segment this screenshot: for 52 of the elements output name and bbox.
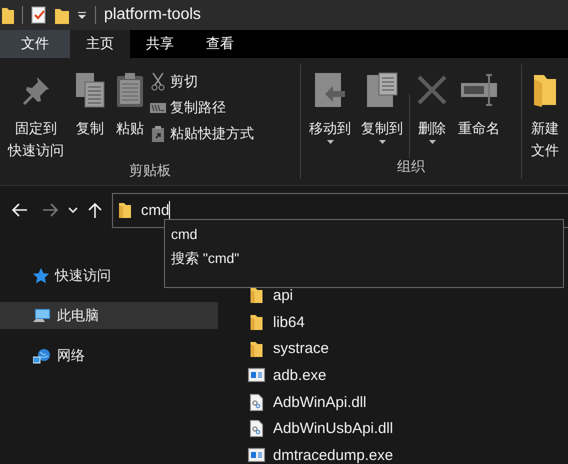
scissors-icon xyxy=(150,73,166,91)
star-icon xyxy=(33,268,49,284)
folder-icon[interactable] xyxy=(55,6,69,24)
move-icon xyxy=(313,70,347,110)
ribbon-button[interactable]: 移动到 xyxy=(305,68,355,146)
sidebar-item[interactable]: 网络 xyxy=(0,342,218,369)
shortcut-icon xyxy=(150,126,166,142)
group-label: 剪贴板 xyxy=(129,162,171,180)
ribbon-button[interactable]: 粘贴快捷方式 xyxy=(150,124,254,144)
folder-icon xyxy=(2,6,14,24)
ribbon-button[interactable]: 删除 xyxy=(412,68,452,146)
ribbon-button[interactable]: 粘贴 xyxy=(112,68,148,140)
group-label: 组织 xyxy=(397,158,425,176)
copy-icon xyxy=(74,70,106,110)
file-item[interactable]: systrace xyxy=(248,335,394,362)
chevron-down-icon xyxy=(68,207,78,213)
folder-icon xyxy=(119,202,131,218)
up-button[interactable] xyxy=(88,200,102,220)
caret-icon[interactable] xyxy=(77,10,87,20)
path-icon xyxy=(150,103,166,113)
ribbon-button[interactable]: 复制到 xyxy=(357,68,407,146)
application-icon xyxy=(248,368,265,382)
window-title: platform-tools xyxy=(104,6,201,24)
file-item[interactable]: dmtracedump.exe xyxy=(248,442,394,464)
gear-file-icon xyxy=(248,394,265,411)
ribbon-button[interactable]: 剪切 xyxy=(150,72,254,92)
file-item[interactable]: AdbWinUsbApi.dll xyxy=(248,415,394,442)
ribbon-tab[interactable]: 查看 xyxy=(190,30,250,58)
application-icon xyxy=(248,448,265,462)
ribbon-tab[interactable]: 共享 xyxy=(130,30,190,58)
folder-icon xyxy=(248,340,265,357)
clipboard-icon xyxy=(116,70,144,110)
folder-icon xyxy=(248,314,265,330)
ribbon-tab[interactable]: 文件 xyxy=(0,30,70,58)
ribbon-button[interactable]: 复制路径 xyxy=(150,98,254,118)
copy-to-icon xyxy=(365,70,399,110)
sidebar-item[interactable]: 此电脑 xyxy=(0,302,218,329)
network-icon xyxy=(33,348,51,364)
folder-icon xyxy=(248,287,265,304)
file-item[interactable]: lib64 xyxy=(248,308,394,336)
suggestion-item[interactable]: 搜索 "cmd" xyxy=(165,246,563,270)
file-item[interactable]: api xyxy=(248,282,394,309)
ribbon-button[interactable]: 复制 xyxy=(70,68,110,140)
ribbon-button[interactable]: 重命名 xyxy=(454,68,504,140)
properties-icon[interactable] xyxy=(31,6,47,24)
file-item[interactable]: adb.exe xyxy=(248,362,394,389)
ribbon-tab[interactable]: 主页 xyxy=(70,30,130,58)
ribbon-button[interactable]: 新建 文件 xyxy=(527,68,563,162)
gear-file-icon xyxy=(248,420,265,438)
computer-icon xyxy=(33,308,51,324)
ribbon-button[interactable]: 固定到 快速访问 xyxy=(4,68,68,162)
file-item[interactable]: AdbWinApi.dll xyxy=(248,388,394,416)
